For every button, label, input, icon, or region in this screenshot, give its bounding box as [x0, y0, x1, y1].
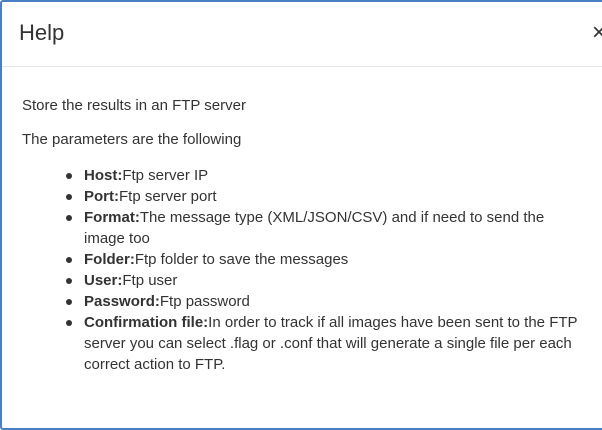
list-item: Folder:Ftp folder to save the messages: [66, 249, 582, 270]
list-item: Host:Ftp server IP: [66, 165, 582, 186]
dialog-header: Help ×: [2, 2, 602, 67]
param-desc: Ftp user: [122, 272, 178, 289]
param-name: Format:: [84, 209, 140, 226]
list-item: Password:Ftp password: [66, 291, 582, 312]
params-subtitle: The parameters are the following: [22, 131, 242, 148]
params-list: Host:Ftp server IP Port:Ftp server port …: [22, 165, 582, 375]
param-name: User:: [84, 272, 123, 289]
list-item: User:Ftp user: [66, 270, 582, 291]
param-name: Confirmation file:: [84, 314, 209, 331]
list-item: Confirmation file:In order to track if a…: [66, 312, 582, 375]
param-desc: Ftp server IP: [122, 167, 209, 184]
intro-text: Store the results in an FTP server: [22, 97, 246, 114]
param-desc: Ftp server port: [119, 188, 217, 205]
list-item: Port:Ftp server port: [66, 186, 582, 207]
dialog-title: Help: [19, 20, 65, 45]
param-desc: Ftp password: [159, 293, 250, 310]
param-name: Port:: [84, 188, 119, 205]
list-item: Format:The message type (XML/JSON/CSV) a…: [66, 207, 582, 249]
close-icon[interactable]: ×: [592, 19, 602, 47]
param-name: Folder:: [84, 251, 135, 268]
param-name: Password:: [84, 293, 160, 310]
param-desc: The message type (XML/JSON/CSV) and if n…: [84, 209, 545, 247]
dialog-body: Store the results in an FTP server The p…: [22, 96, 582, 375]
param-name: Host:: [84, 167, 123, 184]
help-dialog: Help × Store the results in an FTP serve…: [0, 0, 602, 430]
param-desc: Ftp folder to save the messages: [134, 251, 349, 268]
